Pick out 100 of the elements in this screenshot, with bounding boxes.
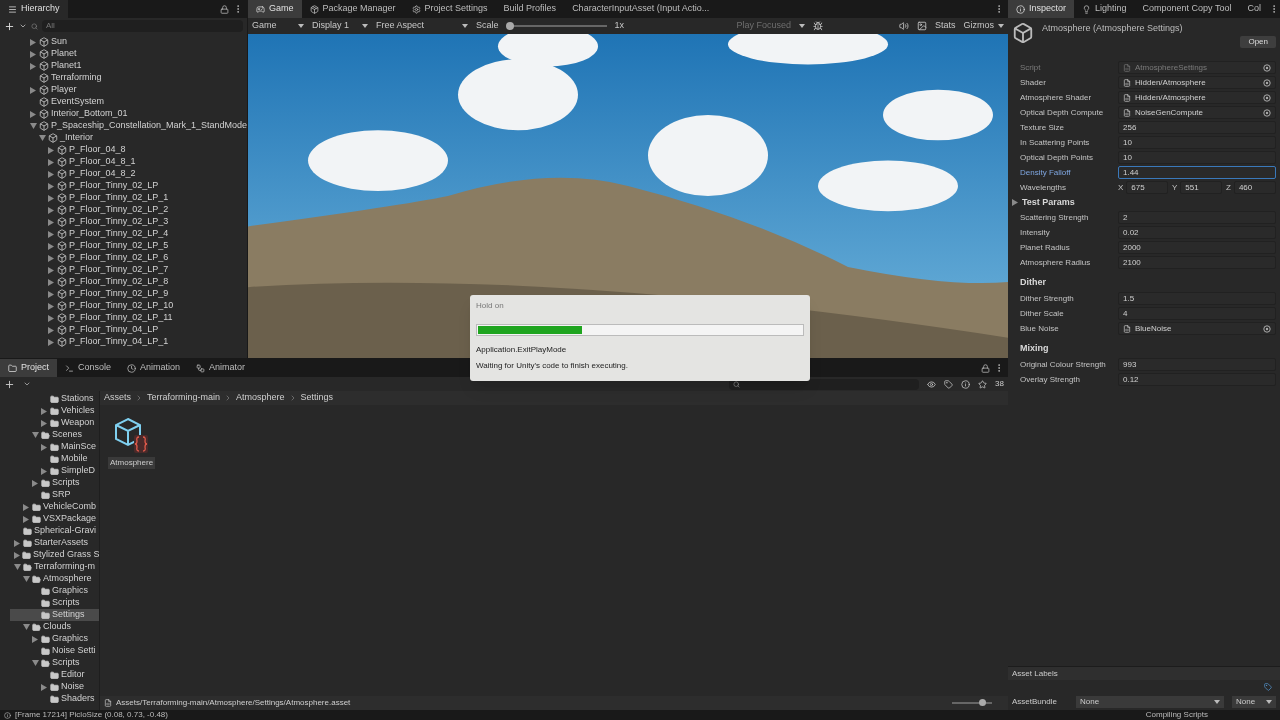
caret-icon[interactable] (23, 380, 31, 388)
asset-name[interactable]: Atmosphere (108, 457, 156, 469)
expand-arrow-icon[interactable] (30, 86, 36, 94)
open-button[interactable]: Open (1240, 36, 1276, 48)
tree-item[interactable]: P_Floor_04_8_1 (26, 156, 247, 168)
speaker-icon[interactable] (898, 21, 909, 31)
tag-icon[interactable] (944, 379, 954, 389)
panel-tab[interactable]: Inspector (1008, 0, 1075, 18)
panel-tab[interactable]: Col (1239, 0, 1269, 18)
value-field[interactable]: 2000 (1118, 241, 1276, 254)
add-icon[interactable] (4, 378, 15, 390)
tree-item[interactable]: Settings (10, 609, 99, 621)
tree-item[interactable]: Player (26, 84, 247, 96)
object-field[interactable]: Hidden/Atmosphere (1118, 76, 1276, 89)
tree-item[interactable]: Planet1 (26, 60, 247, 72)
tree-item[interactable]: Weapon (10, 417, 99, 429)
tree-item[interactable]: Terraforming (26, 72, 247, 84)
tree-item[interactable]: P_Floor_04_8_2 (26, 168, 247, 180)
value-field[interactable]: 1.44 (1118, 166, 1276, 179)
value-field[interactable]: 10 (1118, 151, 1276, 164)
tree-item[interactable]: P_Floor_Tinny_02_LP_10 (26, 300, 247, 312)
tree-item[interactable]: Scripts (10, 477, 99, 489)
value-field[interactable]: 0.12 (1118, 373, 1276, 386)
tree-item[interactable]: Atmosphere (10, 573, 99, 585)
display-dropdown[interactable]: Display 1 (312, 19, 368, 33)
search-field[interactable] (729, 378, 920, 390)
tree-item[interactable]: P_Floor_Tinny_02_LP_3 (26, 216, 247, 228)
panel-tab[interactable]: Animation (119, 359, 189, 377)
tree-item[interactable]: Sun (26, 36, 247, 48)
bundle-dropdown[interactable]: None (1076, 696, 1224, 708)
collapse-arrow-icon[interactable] (32, 432, 39, 438)
object-field[interactable]: Hidden/Atmosphere (1118, 91, 1276, 104)
tree-item[interactable]: SRP (10, 489, 99, 501)
breadcrumb-link[interactable]: Settings (300, 391, 334, 405)
expand-arrow-icon[interactable] (32, 635, 38, 643)
breadcrumb-link[interactable]: Atmosphere (236, 391, 285, 405)
panel-tab[interactable]: Project (0, 359, 57, 377)
tree-item[interactable]: P_Floor_Tinny_04_LP_1 (26, 336, 247, 348)
tree-item[interactable]: Interior_Bottom_01 (26, 108, 247, 120)
value-field[interactable]: 4 (1118, 307, 1276, 320)
panel-tab[interactable]: CharacterInputAsset (Input Actio... (564, 0, 718, 18)
value-field[interactable]: 0.02 (1118, 226, 1276, 239)
star-icon[interactable] (978, 379, 988, 389)
tree-item[interactable]: Scripts (10, 657, 99, 669)
tree-item[interactable]: Shaders (10, 693, 99, 705)
tree-item[interactable]: StarterAssets (10, 537, 99, 549)
tree-item[interactable]: P_Floor_Tinny_02_LP (26, 180, 247, 192)
tree-item[interactable]: Spherical-Gravi (10, 525, 99, 537)
search-field[interactable]: All (42, 20, 243, 32)
breadcrumb-link[interactable]: Assets (104, 391, 131, 405)
panel-tab[interactable]: Lighting (1074, 0, 1135, 18)
tree-item[interactable]: Clouds (10, 621, 99, 633)
stats-button[interactable]: Stats (934, 19, 956, 33)
number-field[interactable]: 551 (1180, 181, 1222, 194)
number-field[interactable]: 675 (1126, 181, 1168, 194)
target-icon[interactable] (1263, 324, 1271, 333)
tree-item[interactable]: P_Floor_Tinny_02_LP_7 (26, 264, 247, 276)
value-field[interactable]: 993 (1118, 358, 1276, 371)
collapse-arrow-icon[interactable] (23, 624, 30, 630)
tree-item[interactable]: Mobile (10, 453, 99, 465)
tree-item[interactable]: P_Floor_Tinny_02_LP_4 (26, 228, 247, 240)
tree-item[interactable]: MainSce (10, 441, 99, 453)
expand-arrow-icon[interactable] (30, 110, 36, 118)
tree-item[interactable]: P_Floor_Tinny_02_LP_2 (26, 204, 247, 216)
object-field[interactable]: BlueNoise (1118, 322, 1276, 335)
number-field[interactable]: 460 (1233, 181, 1276, 194)
tree-item[interactable]: Graphics (10, 585, 99, 597)
tree-item[interactable]: P_Floor_Tinny_02_LP_5 (26, 240, 247, 252)
bug-icon[interactable] (812, 21, 823, 31)
view-dropdown[interactable]: Game (252, 19, 304, 33)
tree-item[interactable]: Editor (10, 669, 99, 681)
panel-tab[interactable]: Package Manager (301, 0, 404, 18)
value-field[interactable]: 10 (1118, 136, 1276, 149)
expand-arrow-icon[interactable] (41, 683, 47, 691)
panel-tab[interactable]: Animator (188, 359, 254, 377)
breadcrumb-link[interactable]: Terraforming-main (147, 391, 221, 405)
collapse-arrow-icon[interactable] (32, 660, 39, 666)
tree-item[interactable]: P_Floor_Tinny_02_LP_6 (26, 252, 247, 264)
tree-item[interactable]: Noise Setti (10, 645, 99, 657)
tree-item[interactable]: P_Floor_04_8 (26, 144, 247, 156)
tree-item[interactable]: Scenes (10, 429, 99, 441)
value-field[interactable]: 2 (1118, 211, 1276, 224)
tree-item[interactable]: VSXPackage (10, 513, 99, 525)
foldout-header[interactable]: Test Params (1008, 195, 1280, 210)
tree-item[interactable]: Stylized Grass S (10, 549, 99, 561)
tree-item[interactable]: Stations (10, 393, 99, 405)
object-field[interactable]: NoiseGenCompute (1118, 106, 1276, 119)
panel-tab[interactable]: Console (57, 359, 120, 377)
value-field[interactable]: 256 (1118, 121, 1276, 134)
tree-item[interactable]: VehicleComb (10, 501, 99, 513)
tree-item[interactable]: Vehicles (10, 405, 99, 417)
tree-item[interactable]: Graphics (10, 633, 99, 645)
panel-tab[interactable]: Project Settings (403, 0, 496, 18)
tree-item[interactable]: P_Floor_Tinny_02_LP_9 (26, 288, 247, 300)
value-field[interactable]: 2100 (1118, 256, 1276, 269)
tree-item[interactable]: _Interior (26, 132, 247, 144)
lock-icon[interactable] (981, 363, 990, 373)
tree-item[interactable]: P_Floor_Tinny_02_LP_11 (26, 312, 247, 324)
tree-item[interactable]: P_Floor_Tinny_02_LP_8 (26, 276, 247, 288)
tree-item[interactable]: P_Floor_Tinny_04_LP (26, 324, 247, 336)
